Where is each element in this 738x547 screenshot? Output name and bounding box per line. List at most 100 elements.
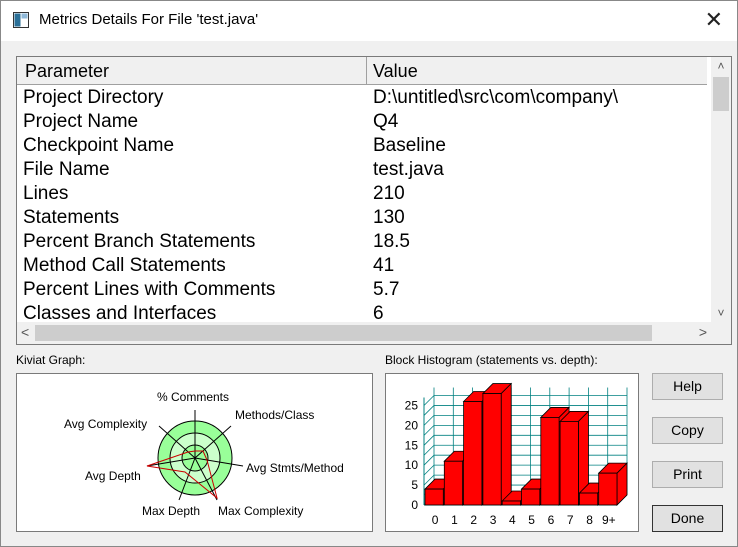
grid-line <box>423 395 435 406</box>
horizontal-scrollbar[interactable]: < > <box>17 322 731 344</box>
y-tick-label: 25 <box>405 399 419 413</box>
grid-line <box>423 415 435 426</box>
parameter-cell: Statements <box>23 207 120 228</box>
table-row[interactable]: Project Name Q4 <box>17 109 707 133</box>
axis-label-comments: % Comments <box>157 390 229 404</box>
x-tick-label: 6 <box>548 513 555 527</box>
x-tick-label: 2 <box>470 513 477 527</box>
bar <box>443 460 463 506</box>
bar <box>521 488 541 506</box>
scroll-left-icon[interactable]: < <box>21 324 29 340</box>
parameter-cell: Percent Branch Statements <box>23 231 256 252</box>
value-cell: D:\untitled\src\com\company\ <box>373 87 618 108</box>
axis-label-max-depth: Max Depth <box>142 504 200 518</box>
grid-line <box>423 444 435 456</box>
print-button[interactable]: Print <box>652 461 723 488</box>
bar <box>540 417 560 506</box>
axis-label-max-complexity: Max Complexity <box>218 504 303 518</box>
help-button[interactable]: Help <box>652 373 723 400</box>
parameter-cell: Method Call Statements <box>23 255 226 276</box>
value-cell: 210 <box>373 183 405 204</box>
window-title: Metrics Details For File 'test.java' <box>39 11 259 28</box>
y-tick-label: 15 <box>405 438 419 452</box>
table-row[interactable]: Method Call Statements 41 <box>17 253 707 277</box>
bar <box>482 393 502 506</box>
axis-label-methods-class: Methods/Class <box>235 408 314 422</box>
bar <box>578 492 599 506</box>
table-row[interactable]: Project Directory D:\untitled\src\com\com… <box>17 85 707 109</box>
x-tick-label: 9+ <box>602 513 616 527</box>
vertical-scroll-thumb[interactable] <box>713 77 729 111</box>
grid-line <box>423 464 435 476</box>
grid-line <box>423 405 435 416</box>
scroll-right-icon[interactable]: > <box>699 324 707 340</box>
table-row[interactable]: File Name test.java <box>17 157 707 181</box>
parameter-cell: Project Directory <box>23 87 164 108</box>
x-tick-label: 1 <box>451 513 458 527</box>
value-cell: test.java <box>373 159 444 180</box>
value-cell: 41 <box>373 255 395 276</box>
table-row[interactable]: Classes and Interfaces 6 <box>17 301 707 321</box>
x-tick-label: 8 <box>586 513 593 527</box>
y-tick-label: 5 <box>411 478 418 492</box>
vertical-scrollbar[interactable]: ˄ ˅ <box>711 57 731 322</box>
column-header-parameter[interactable]: Parameter <box>17 57 367 84</box>
y-tick-label: 10 <box>405 458 419 472</box>
done-button[interactable]: Done <box>652 505 723 532</box>
value-cell: 5.7 <box>373 279 400 300</box>
title-bar: Metrics Details For File 'test.java' ✕ <box>1 1 737 41</box>
x-tick-label: 7 <box>567 513 574 527</box>
axis-label-avg-depth: Avg Depth <box>85 469 141 483</box>
grid-line <box>423 435 435 446</box>
bar <box>559 421 579 506</box>
close-icon[interactable]: ✕ <box>705 7 723 33</box>
parameter-cell: Lines <box>23 183 69 204</box>
value-cell: 6 <box>373 303 384 321</box>
app-window-icon <box>13 12 29 28</box>
column-header-value[interactable]: Value <box>373 57 418 84</box>
bar-side <box>500 382 512 506</box>
scroll-down-icon[interactable]: ˅ <box>711 306 731 320</box>
parameter-cell: Project Name <box>23 111 139 132</box>
x-tick-label: 3 <box>490 513 497 527</box>
value-cell: Q4 <box>373 111 399 132</box>
parameter-cell: Checkpoint Name <box>23 135 175 156</box>
y-tick-label: 20 <box>405 418 419 432</box>
table-row[interactable]: Lines 210 <box>17 181 707 205</box>
parameter-cell: Percent Lines with Comments <box>23 279 276 300</box>
bar <box>424 488 444 506</box>
copy-button[interactable]: Copy <box>652 417 723 444</box>
scroll-up-icon[interactable]: ˄ <box>711 59 731 73</box>
parameter-cell: Classes and Interfaces <box>23 303 217 321</box>
axis-label-avg-complexity: Avg Complexity <box>64 417 147 431</box>
metrics-table[interactable]: Parameter Value Project Directory D:\unti… <box>16 56 732 345</box>
y-tick-label: 0 <box>411 498 418 512</box>
parameter-cell: File Name <box>23 159 110 180</box>
kiviat-graph-panel: % Comments Methods/Class Avg Stmts/Metho… <box>16 373 373 532</box>
histogram-panel: 0 5 10 15 20 25 0 1 2 3 4 5 6 7 8 9+ <box>385 373 639 532</box>
bar <box>463 401 483 506</box>
table-header: Parameter Value <box>17 57 707 85</box>
metrics-details-window: Metrics Details For File 'test.java' ✕ P… <box>0 0 738 547</box>
grid-line <box>423 454 435 466</box>
kiviat-graph: % Comments Methods/Class Avg Stmts/Metho… <box>64 390 344 518</box>
bar <box>598 472 618 506</box>
x-tick-label: 4 <box>509 513 516 527</box>
table-body: Project Directory D:\untitled\src\com\com… <box>17 85 707 321</box>
value-cell: 130 <box>373 207 405 228</box>
value-cell: 18.5 <box>373 231 410 252</box>
table-row[interactable]: Percent Branch Statements 18.5 <box>17 229 707 253</box>
axis-label-avg-stmts: Avg Stmts/Method <box>246 461 344 475</box>
x-tick-label: 0 <box>432 513 439 527</box>
block-histogram-chart: 05101520250 1 2 3 4 5 6 7 8 9+ <box>405 382 628 527</box>
grid-line <box>423 425 435 436</box>
table-row[interactable]: Percent Lines with Comments 5.7 <box>17 277 707 301</box>
horizontal-scroll-thumb[interactable] <box>35 325 652 341</box>
value-cell: Baseline <box>373 135 446 156</box>
histogram-label: Block Histogram (statements vs. depth): <box>385 353 598 367</box>
table-row[interactable]: Statements 130 <box>17 205 707 229</box>
bar <box>501 500 521 506</box>
kiviat-graph-label: Kiviat Graph: <box>16 353 86 367</box>
x-tick-label: 5 <box>528 513 535 527</box>
table-row[interactable]: Checkpoint Name Baseline <box>17 133 707 157</box>
